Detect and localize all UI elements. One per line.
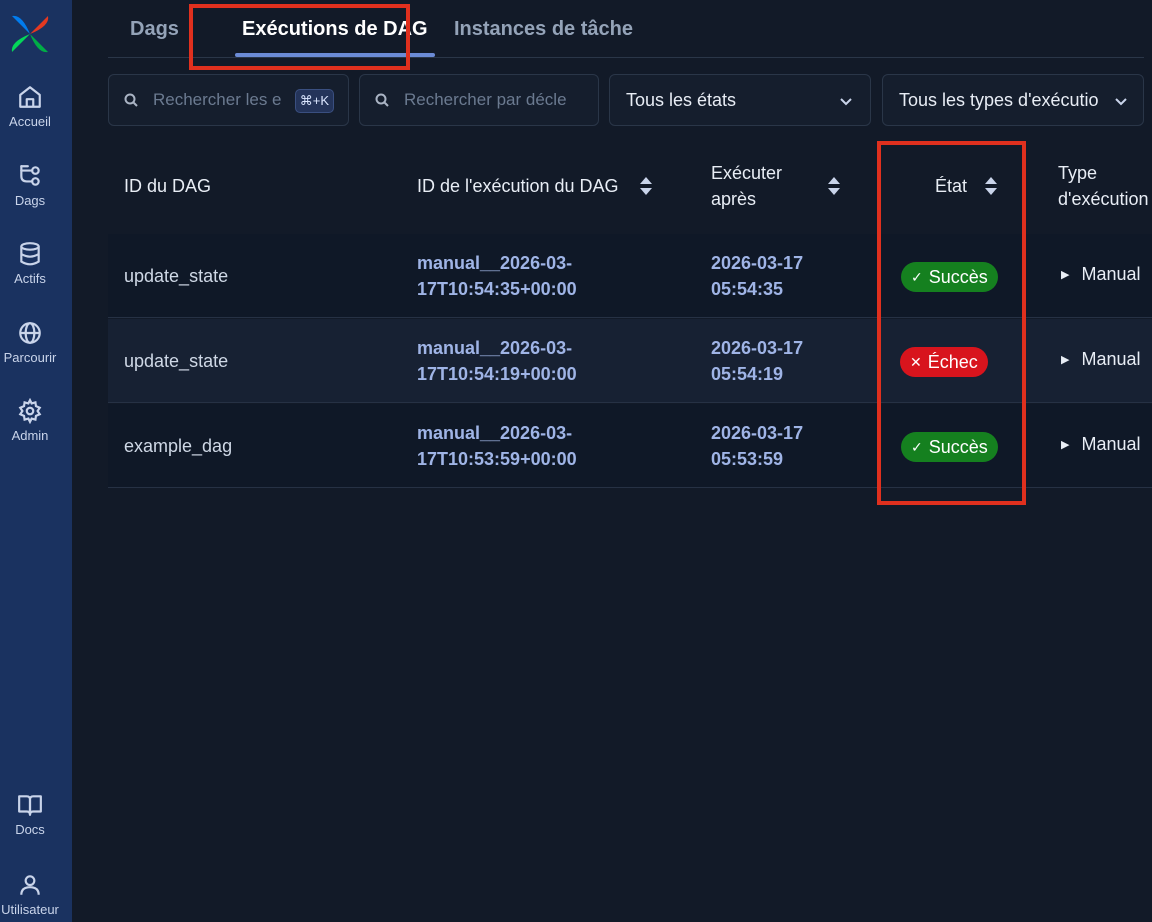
run-type-cell: ▶ Manual [1061,349,1141,370]
state-select[interactable]: Tous les états [609,74,871,126]
run-type-label: Manual [1081,349,1141,369]
book-icon [18,795,42,816]
status-badge: ✕ Échec [900,347,988,377]
chevron-down-icon [840,98,852,106]
header-run-after-line2[interactable]: après [711,186,756,212]
database-icon [20,242,40,266]
nav-dags-label: Dags [14,193,46,208]
run-after-date: 2026-03-17 [711,253,804,273]
run-type-select[interactable]: Tous les types d'exécutio [882,74,1144,126]
dag-id-link[interactable]: update_state [124,348,228,374]
nav-browse-label: Parcourir [3,350,57,365]
table-row[interactable]: update_state manual__2026-03- 17T10:54:3… [108,234,1152,318]
status-badge-label: Succès [928,436,988,457]
table-row[interactable]: example_dag manual__2026-03- 17T10:53:59… [108,404,1152,488]
nav-docs[interactable]: Docs [0,792,60,837]
run-after-date: 2026-03-17 [711,423,804,443]
tab-dag-runs[interactable]: Exécutions de DAG [242,18,428,41]
dag-id-link[interactable]: example_dag [124,433,232,459]
main-content: Dags Exécutions de DAG Instances de tâch… [72,0,1152,922]
header-state[interactable]: État [935,173,967,199]
run-after-date: 2026-03-17 [711,338,804,358]
tab-dags[interactable]: Dags [130,18,179,41]
status-badge: ✓ Succès [901,432,998,462]
tab-task-instances[interactable]: Instances de tâche [454,18,633,41]
airflow-logo-icon[interactable] [8,12,52,56]
sort-icon[interactable] [827,176,841,196]
gear-icon [18,398,42,424]
sidebar: Accueil Dags Actifs Parcourir Admin Docs [0,0,72,922]
nav-browse[interactable]: Parcourir [0,320,60,365]
run-type-cell: ▶ Manual [1061,434,1141,455]
header-run-after-line1[interactable]: Exécuter [711,160,782,186]
shortcut-badge: ⌘+K [294,89,334,113]
status-badge-label: Succès [928,266,988,287]
user-icon [20,875,40,895]
run-type-label: Manual [1081,264,1141,284]
search-dags-input[interactable]: Rechercher les e ⌘+K [108,74,349,126]
dag-id-link[interactable]: update_state [124,263,228,289]
nav-docs-label: Docs [15,822,45,837]
search-dags-placeholder: Rechercher les e [153,90,282,109]
nav-admin[interactable]: Admin [0,398,60,443]
status-badge-label: Échec [927,351,978,372]
sort-icon[interactable] [984,176,998,196]
home-icon [19,86,41,108]
active-tab-indicator [235,53,435,57]
run-type-cell: ▶ Manual [1061,264,1141,285]
search-trigger-placeholder: Rechercher par décle [404,90,567,109]
run-after-time: 05:54:35 [711,279,784,299]
search-icon [124,93,138,107]
header-run-type-line1[interactable]: Type [1058,160,1097,186]
play-icon: ▶ [1061,269,1070,281]
table-row[interactable]: update_state manual__2026-03- 17T10:54:1… [108,319,1152,403]
status-badge: ✓ Succès [901,262,998,292]
search-trigger-input[interactable]: Rechercher par décle [359,74,599,126]
header-run-id[interactable]: ID de l'exécution du DAG [417,173,619,199]
header-dag-id[interactable]: ID du DAG [124,173,211,199]
x-icon: ✕ [910,353,922,370]
run-after-time: 05:54:19 [711,364,784,384]
run-id-link-line2[interactable]: 17T10:54:19+00:00 [417,361,577,387]
nav-home-label: Accueil [9,114,51,129]
nav-user-label: Utilisateur [1,902,59,917]
globe-icon [19,322,41,344]
search-icon [375,93,389,107]
check-icon: ✓ [911,268,923,285]
run-id-link-line1[interactable]: manual__2026-03- [417,335,572,361]
nav-home[interactable]: Accueil [0,84,60,129]
run-id-link-line2[interactable]: 17T10:54:35+00:00 [417,276,577,302]
run-type-label: Manual [1081,434,1141,454]
sort-icon[interactable] [639,176,653,196]
run-id-link-line2[interactable]: 17T10:53:59+00:00 [417,446,577,472]
state-select-value: Tous les états [626,89,737,110]
play-icon: ▶ [1061,354,1070,366]
nav-assets-label: Actifs [14,271,46,286]
nav-assets[interactable]: Actifs [0,241,60,286]
header-run-type-line2[interactable]: d'exécution [1058,186,1149,212]
nav-user[interactable]: Utilisateur [0,872,60,917]
dags-icon [20,165,40,186]
tab-bar: Dags Exécutions de DAG Instances de tâch… [108,0,1144,58]
run-id-link-line1[interactable]: manual__2026-03- [417,250,572,276]
run-id-link-line1[interactable]: manual__2026-03- [417,420,572,446]
table-header: ID du DAG ID de l'exécution du DAG Exécu… [108,140,1152,234]
check-icon: ✓ [911,438,923,455]
nav-dags[interactable]: Dags [0,163,60,208]
play-icon: ▶ [1061,439,1070,451]
chevron-down-icon [1115,98,1127,106]
run-type-select-value: Tous les types d'exécutio [899,89,1099,110]
nav-admin-label: Admin [11,428,49,443]
run-after-time: 05:53:59 [711,449,784,469]
